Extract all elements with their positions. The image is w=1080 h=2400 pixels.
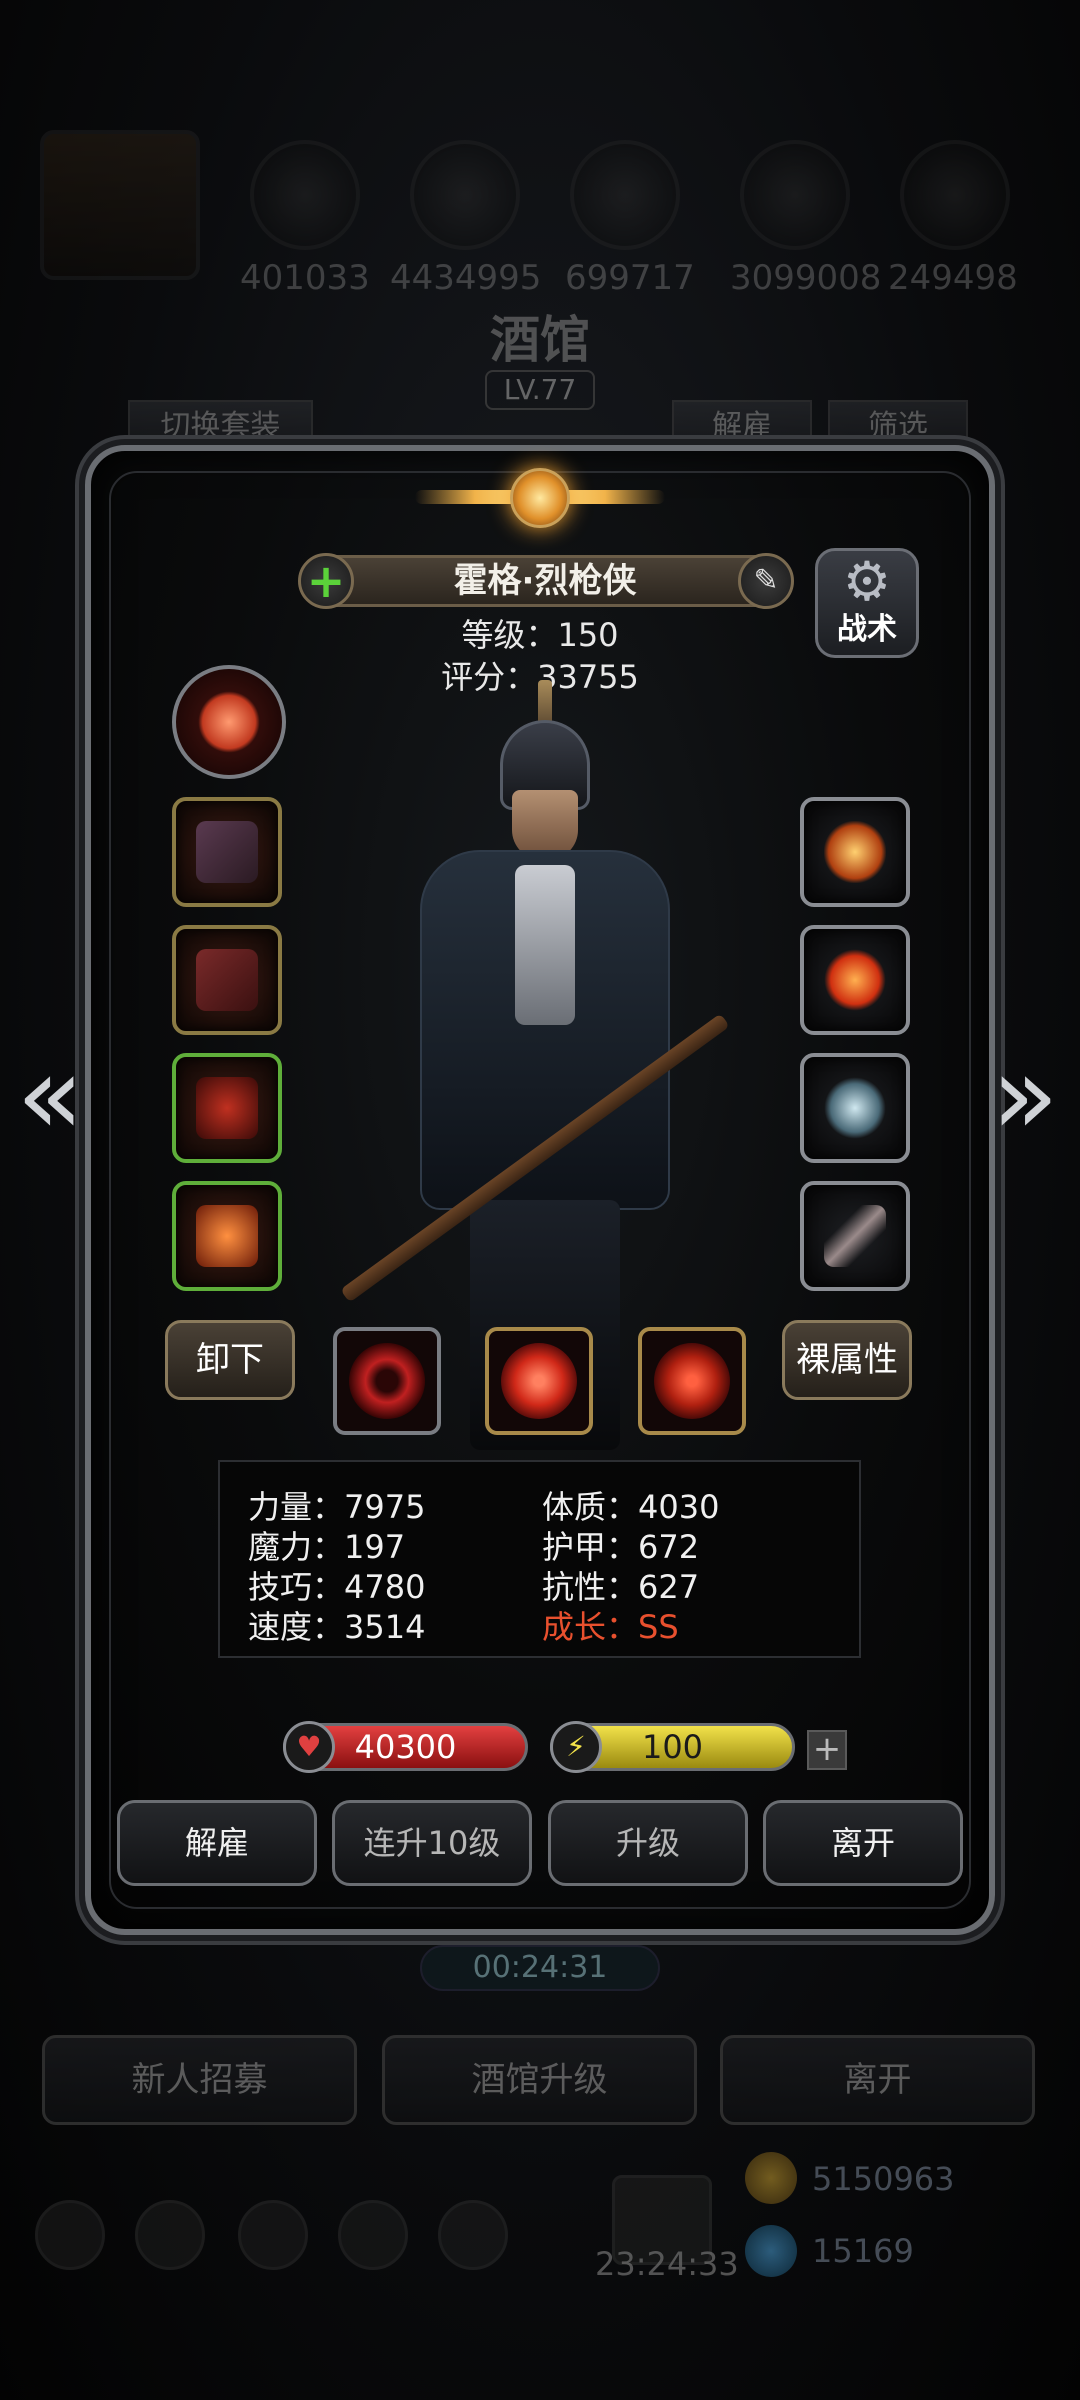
skill-slot-1[interactable] [333,1327,441,1435]
previous-hero-arrow[interactable]: « [15,1040,85,1155]
tactics-label: 战术 [837,612,897,647]
equip-slot-weapon[interactable] [172,797,282,907]
stat-growth: 成长：SS [542,1608,679,1646]
resource-count: 3099008 [730,258,882,298]
equip-slot-armor[interactable] [172,925,282,1035]
level-up-button[interactable]: 升级 [548,1800,748,1886]
equip-slot-ring[interactable] [800,797,910,907]
flame-gun-icon [196,1205,258,1267]
crosshair-skill-icon [349,1343,425,1419]
plus-icon: + [306,554,346,608]
crest-gem-icon [510,468,570,528]
resource-icon [570,140,680,250]
bare-attributes-button[interactable]: 裸属性 [782,1320,912,1400]
level-up-10-button[interactable]: 连升10级 [332,1800,532,1886]
equip-slot-offhand[interactable] [172,1181,282,1291]
next-hero-arrow[interactable]: » [990,1040,1060,1155]
lightning-icon: ⚡ [550,1721,602,1773]
gift-timer: 23:24:33 [595,2245,739,2283]
hero-armor [515,865,575,1025]
target-skill-icon [654,1343,730,1419]
resource-row: 401033 4434995 699717 3099008 249498 [40,130,1040,300]
recruit-button: 新人招募 [42,2035,357,2125]
fire-ring-icon [824,821,886,883]
stat-speed: 速度：3514 [248,1608,426,1646]
demon-crest-icon [198,691,260,753]
crystal-emblem-icon [824,1077,886,1139]
resource-icon [740,140,850,250]
rename-button[interactable]: ✎ [738,553,794,609]
artifact-slot[interactable] [172,665,286,779]
jacket-icon [196,949,258,1011]
fire-orb-icon [824,949,886,1011]
upgrade-tavern-button: 酒馆升级 [382,2035,697,2125]
add-button[interactable]: + [298,553,354,609]
vortex-skill-icon [501,1343,577,1419]
filter-tab: 筛选 [828,400,968,450]
dock-icon [238,2200,308,2270]
pistol-icon [196,821,258,883]
resource-count: 401033 [240,258,370,298]
equip-slot-emblem[interactable] [800,1053,910,1163]
resource-icon [250,140,360,250]
tavern-timer: 00:24:31 [420,1945,660,1991]
gold-coin-icon [745,2152,797,2204]
equip-slot-amulet[interactable] [800,925,910,1035]
resource-count: 4434995 [390,258,542,298]
resource-count: 249498 [888,258,1018,298]
gem-amount: 15169 [812,2232,914,2270]
dock-icon [35,2200,105,2270]
hero-avatar-slot [40,130,200,280]
tactics-button[interactable]: ⚙ 战术 [815,548,919,658]
gear-icon: ⚙ [842,550,892,613]
heart-icon: ♥ [283,1721,335,1773]
hero-name-bar: 霍格·烈枪侠 [300,555,790,607]
leave-tavern-button: 离开 [720,2035,1035,2125]
crest-ornament [415,460,665,540]
dismiss-tab: 解雇 [672,400,812,450]
hero-level: 等级：150 [461,616,619,654]
equip-slot-helmet[interactable] [172,1053,282,1163]
skill-slot-3[interactable] [638,1327,746,1435]
resource-icon [900,140,1010,250]
skill-slot-2[interactable] [485,1327,593,1435]
leave-button[interactable]: 离开 [763,1800,963,1886]
gem-icon [745,2225,797,2277]
unequip-button[interactable]: 卸下 [165,1320,295,1400]
dock-icon [438,2200,508,2270]
equip-slot-trinket[interactable] [800,1181,910,1291]
dismiss-button[interactable]: 解雇 [117,1800,317,1886]
resource-icon [410,140,520,250]
hero-name: 霍格·烈枪侠 [453,561,637,601]
switch-outfit-tab: 切换套装 [128,400,313,450]
resource-count: 699717 [565,258,695,298]
edit-icon: ✎ [753,563,779,598]
dock-icon [135,2200,205,2270]
feather-icon [824,1205,886,1267]
tavern-title: 酒馆 [490,310,590,369]
stats-panel: 力量：7975 魔力：197 技巧：4780 速度：3514 体质：4030 护… [218,1460,861,1658]
add-energy-button[interactable]: + [807,1730,847,1770]
tavern-level: LV.77 [485,370,595,410]
demon-mask-icon [196,1077,258,1139]
gold-amount: 5150963 [812,2160,955,2198]
dock-icon [338,2200,408,2270]
